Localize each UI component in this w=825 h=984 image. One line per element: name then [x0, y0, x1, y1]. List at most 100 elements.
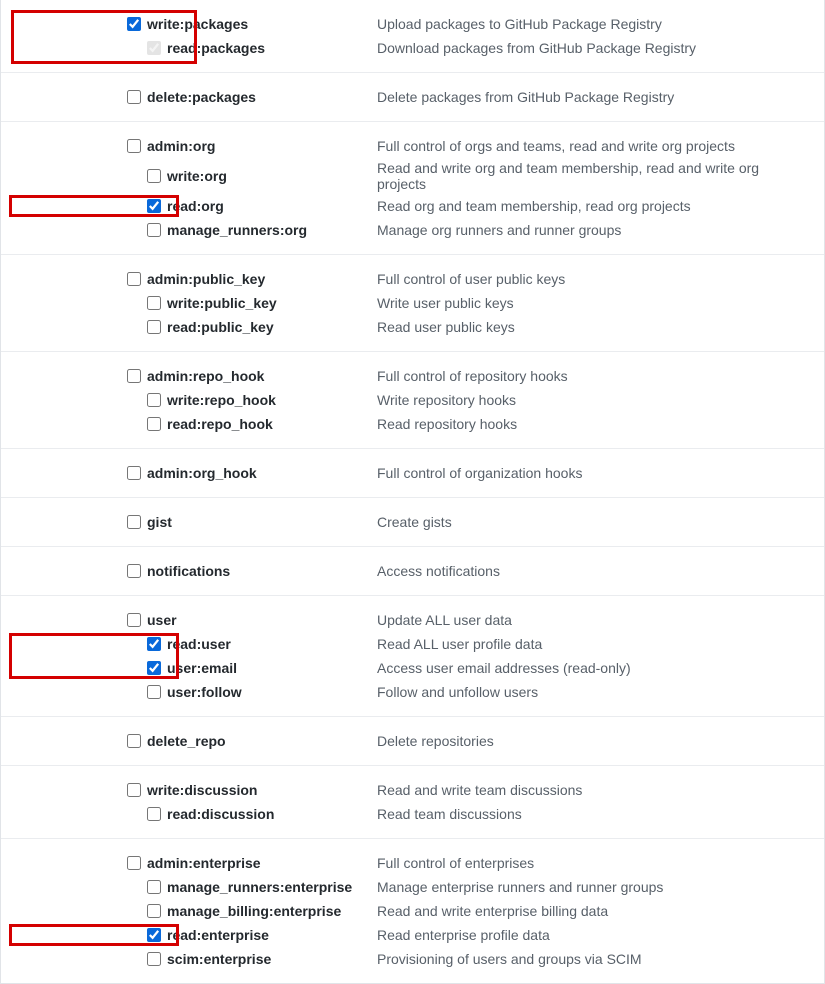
scope-description: Full control of organization hooks — [377, 465, 808, 481]
scope-cell: write:discussion — [17, 782, 377, 798]
scope-label[interactable]: write:repo_hook — [167, 392, 276, 408]
scope-cell: read:user — [17, 636, 377, 652]
scope-label[interactable]: scim:enterprise — [167, 951, 271, 967]
scope-label[interactable]: manage_runners:enterprise — [167, 879, 352, 895]
scope-label[interactable]: read:discussion — [167, 806, 274, 822]
scope-checkbox-read-enterprise[interactable] — [147, 928, 161, 942]
scope-label[interactable]: gist — [147, 514, 172, 530]
scope-checkbox-delete-repo[interactable] — [127, 734, 141, 748]
scope-checkbox-scim-enterprise[interactable] — [147, 952, 161, 966]
scope-checkbox-manage-runners-org[interactable] — [147, 223, 161, 237]
scope-label[interactable]: read:user — [167, 636, 231, 652]
scope-checkbox-manage-billing-enterprise[interactable] — [147, 904, 161, 918]
scope-label[interactable]: admin:public_key — [147, 271, 265, 287]
scope-description: Read team discussions — [377, 806, 808, 822]
scope-label[interactable]: read:repo_hook — [167, 416, 273, 432]
scope-checkbox-read-discussion[interactable] — [147, 807, 161, 821]
scope-label[interactable]: read:packages — [167, 40, 265, 56]
scope-description: Delete repositories — [377, 733, 808, 749]
scope-label[interactable]: admin:repo_hook — [147, 368, 264, 384]
scope-label[interactable]: write:org — [167, 168, 227, 184]
scope-description: Read repository hooks — [377, 416, 808, 432]
scope-label[interactable]: write:packages — [147, 16, 248, 32]
scope-section-write-discussion: write:discussion Read and write team disc… — [1, 765, 824, 838]
scope-checkbox-gist[interactable] — [127, 515, 141, 529]
scope-label[interactable]: delete_repo — [147, 733, 226, 749]
scope-description: Read and write team discussions — [377, 782, 808, 798]
scope-description: Write user public keys — [377, 295, 808, 311]
scope-checkbox-admin-org[interactable] — [127, 139, 141, 153]
scope-checkbox-admin-org-hook[interactable] — [127, 466, 141, 480]
scope-checkbox-admin-repo-hook[interactable] — [127, 369, 141, 383]
scope-cell: admin:org_hook — [17, 465, 377, 481]
scope-label[interactable]: admin:enterprise — [147, 855, 261, 871]
scope-description: Access user email addresses (read-only) — [377, 660, 808, 676]
scope-list: write:packagesUpload packages to GitHub … — [0, 0, 825, 984]
scope-checkbox-notifications[interactable] — [127, 564, 141, 578]
scope-checkbox-admin-enterprise[interactable] — [127, 856, 141, 870]
scope-label[interactable]: user:follow — [167, 684, 242, 700]
scope-cell: write:packages — [17, 16, 377, 32]
scope-section-admin-public-key: admin:public_key Full control of user pub… — [1, 254, 824, 351]
scope-parent-row-admin-org: admin:orgFull control of orgs and teams,… — [17, 134, 808, 158]
scope-cell: notifications — [17, 563, 377, 579]
scope-label[interactable]: write:discussion — [147, 782, 257, 798]
scope-checkbox-user-email[interactable] — [147, 661, 161, 675]
scope-child-row-read-enterprise: read:enterpriseRead enterprise profile d… — [17, 923, 808, 947]
scope-checkbox-read-repo-hook[interactable] — [147, 417, 161, 431]
scope-label[interactable]: admin:org — [147, 138, 215, 154]
scope-label[interactable]: read:enterprise — [167, 927, 269, 943]
scope-cell: read:repo_hook — [17, 416, 377, 432]
scope-checkbox-read-packages — [147, 41, 161, 55]
scope-section-admin-repo-hook: admin:repo_hook Full control of repositor… — [1, 351, 824, 448]
scope-section-admin-org-hook: admin:org_hook Full control of organizati… — [1, 448, 824, 497]
scope-label[interactable]: notifications — [147, 563, 230, 579]
scope-parent-row-notifications: notificationsAccess notifications — [17, 559, 808, 583]
scope-checkbox-write-org[interactable] — [147, 169, 161, 183]
scope-checkbox-write-discussion[interactable] — [127, 783, 141, 797]
scope-cell: user — [17, 612, 377, 628]
scope-checkbox-read-public-key[interactable] — [147, 320, 161, 334]
scope-parent-row-admin-repo-hook: admin:repo_hook Full control of repositor… — [17, 364, 808, 388]
scope-description: Full control of enterprises — [377, 855, 808, 871]
scope-cell: read:public_key — [17, 319, 377, 335]
scope-label[interactable]: user — [147, 612, 177, 628]
scope-child-row-read-packages: read:packagesDownload packages from GitH… — [17, 36, 808, 60]
scope-label[interactable]: read:org — [167, 198, 224, 214]
scope-child-row-manage-runners-enterprise: manage_runners:enterpriseManage enterpri… — [17, 875, 808, 899]
scope-checkbox-delete-packages[interactable] — [127, 90, 141, 104]
scope-label[interactable]: manage_runners:org — [167, 222, 307, 238]
scope-checkbox-write-repo-hook[interactable] — [147, 393, 161, 407]
scope-label[interactable]: read:public_key — [167, 319, 274, 335]
scope-checkbox-manage-runners-enterprise[interactable] — [147, 880, 161, 894]
scope-label[interactable]: manage_billing:enterprise — [167, 903, 341, 919]
scope-label[interactable]: write:public_key — [167, 295, 277, 311]
scope-parent-row-gist: gistCreate gists — [17, 510, 808, 534]
scope-description: Read and write org and team membership, … — [377, 160, 808, 192]
scope-label[interactable]: admin:org_hook — [147, 465, 257, 481]
scope-cell: write:repo_hook — [17, 392, 377, 408]
scope-checkbox-write-packages[interactable] — [127, 17, 141, 31]
scope-label[interactable]: user:email — [167, 660, 237, 676]
scope-cell: write:org — [17, 168, 377, 184]
scope-child-row-write-repo-hook: write:repo_hookWrite repository hooks — [17, 388, 808, 412]
scope-parent-row-delete-packages: delete:packagesDelete packages from GitH… — [17, 85, 808, 109]
scope-cell: admin:org — [17, 138, 377, 154]
scope-label[interactable]: delete:packages — [147, 89, 256, 105]
scope-parent-row-delete-repo: delete_repo Delete repositories — [17, 729, 808, 753]
scope-checkbox-user-follow[interactable] — [147, 685, 161, 699]
scope-checkbox-user[interactable] — [127, 613, 141, 627]
scope-parent-row-user: userUpdate ALL user data — [17, 608, 808, 632]
scope-description: Read and write enterprise billing data — [377, 903, 808, 919]
scope-child-row-user-follow: user:followFollow and unfollow users — [17, 680, 808, 704]
scope-checkbox-read-org[interactable] — [147, 199, 161, 213]
scope-section-admin-enterprise: admin:enterprise Full control of enterpri… — [1, 838, 824, 983]
scope-checkbox-read-user[interactable] — [147, 637, 161, 651]
scope-description: Provisioning of users and groups via SCI… — [377, 951, 808, 967]
scope-checkbox-write-public-key[interactable] — [147, 296, 161, 310]
scope-description: Full control of repository hooks — [377, 368, 808, 384]
scope-description: Full control of user public keys — [377, 271, 808, 287]
scope-parent-row-admin-public-key: admin:public_key Full control of user pub… — [17, 267, 808, 291]
scope-cell: scim:enterprise — [17, 951, 377, 967]
scope-checkbox-admin-public-key[interactable] — [127, 272, 141, 286]
